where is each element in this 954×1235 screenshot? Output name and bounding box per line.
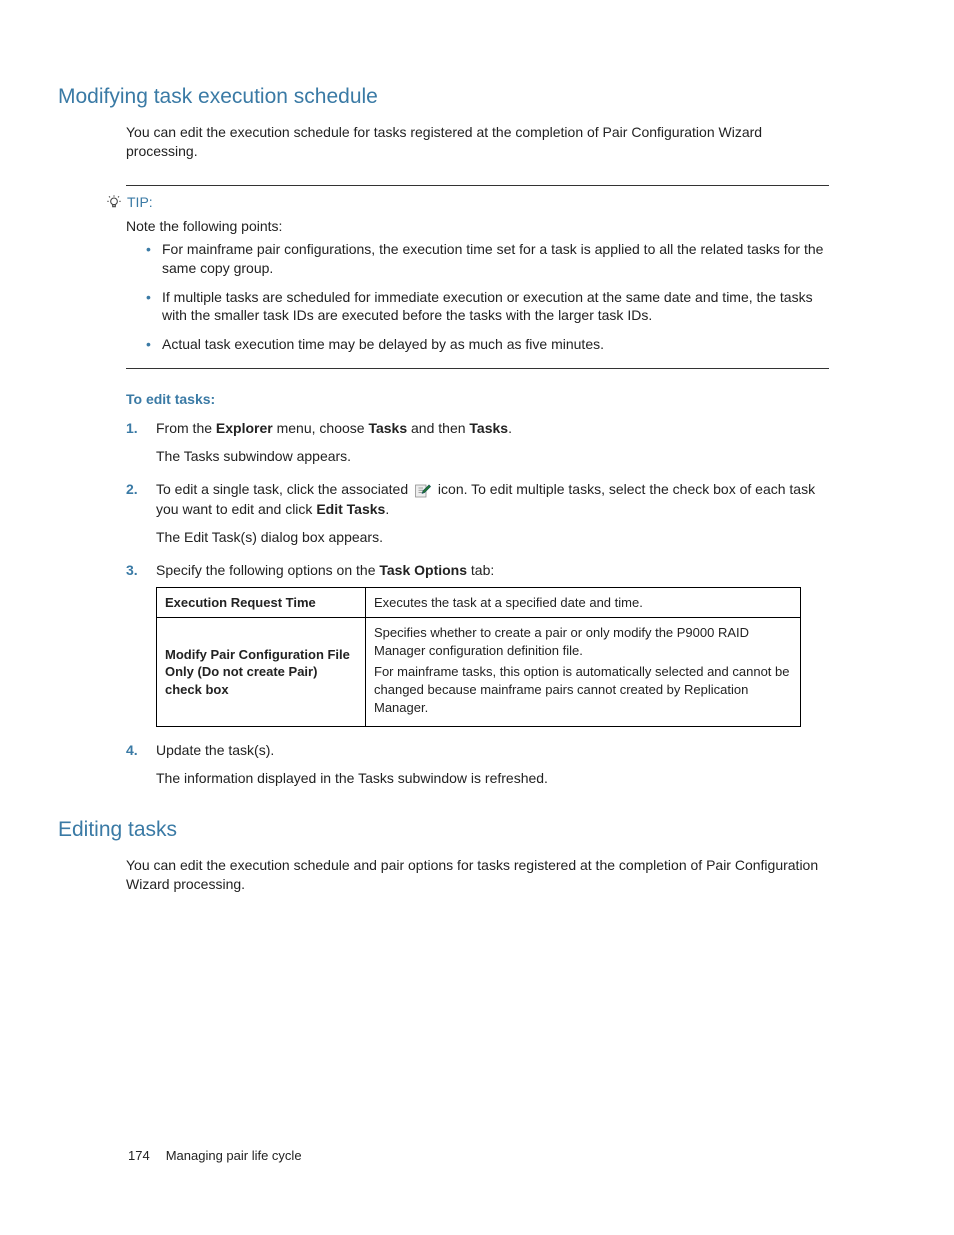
steps-list: From the Explorer menu, choose Tasks and…: [126, 419, 829, 788]
step-2-sub: The Edit Task(s) dialog box appears.: [156, 528, 829, 548]
step-4-sub: The information displayed in the Tasks s…: [156, 769, 829, 789]
table-key: Modify Pair Configuration File Only (Do …: [157, 618, 366, 727]
tip-body: Note the following points: For mainframe…: [126, 218, 829, 354]
step-4: Update the task(s). The information disp…: [126, 741, 829, 788]
table-row: Modify Pair Configuration File Only (Do …: [157, 618, 801, 727]
heading-modifying-schedule: Modifying task execution schedule: [58, 85, 829, 109]
tip-block: TIP: Note the following points: For main…: [126, 185, 829, 369]
table-key: Execution Request Time: [157, 587, 366, 618]
tip-label: TIP:: [127, 194, 153, 210]
intro-text-2: You can edit the execution schedule and …: [126, 856, 829, 894]
tip-bullet: Actual task execution time may be delaye…: [146, 335, 829, 354]
subheading-edit-tasks: To edit tasks:: [126, 391, 829, 407]
step-3: Specify the following options on the Tas…: [126, 561, 829, 727]
tip-intro: Note the following points:: [126, 218, 829, 234]
heading-editing-tasks: Editing tasks: [58, 818, 829, 842]
step-1: From the Explorer menu, choose Tasks and…: [126, 419, 829, 466]
tip-bullet: If multiple tasks are scheduled for imme…: [146, 288, 829, 326]
tip-bullet: For mainframe pair configurations, the e…: [146, 240, 829, 278]
table-value: Specifies whether to create a pair or on…: [366, 618, 801, 727]
page-body: Modifying task execution schedule You ca…: [0, 0, 954, 894]
tip-bullets: For mainframe pair configurations, the e…: [146, 240, 829, 354]
table-row: Execution Request Time Executes the task…: [157, 587, 801, 618]
options-table: Execution Request Time Executes the task…: [156, 587, 801, 727]
step-2: To edit a single task, click the associa…: [126, 480, 829, 547]
edit-icon: [414, 482, 432, 500]
rule-bottom: [126, 368, 829, 369]
intro-text-1: You can edit the execution schedule for …: [126, 123, 829, 161]
table-value: Executes the task at a specified date an…: [366, 587, 801, 618]
rule-top: [126, 185, 829, 186]
lightbulb-icon: [106, 194, 122, 210]
tip-header: TIP:: [106, 194, 829, 210]
page-footer: 174 Managing pair life cycle: [128, 1148, 302, 1163]
page-number: 174: [128, 1148, 150, 1163]
step-1-sub: The Tasks subwindow appears.: [156, 447, 829, 467]
footer-title: Managing pair life cycle: [166, 1148, 302, 1163]
